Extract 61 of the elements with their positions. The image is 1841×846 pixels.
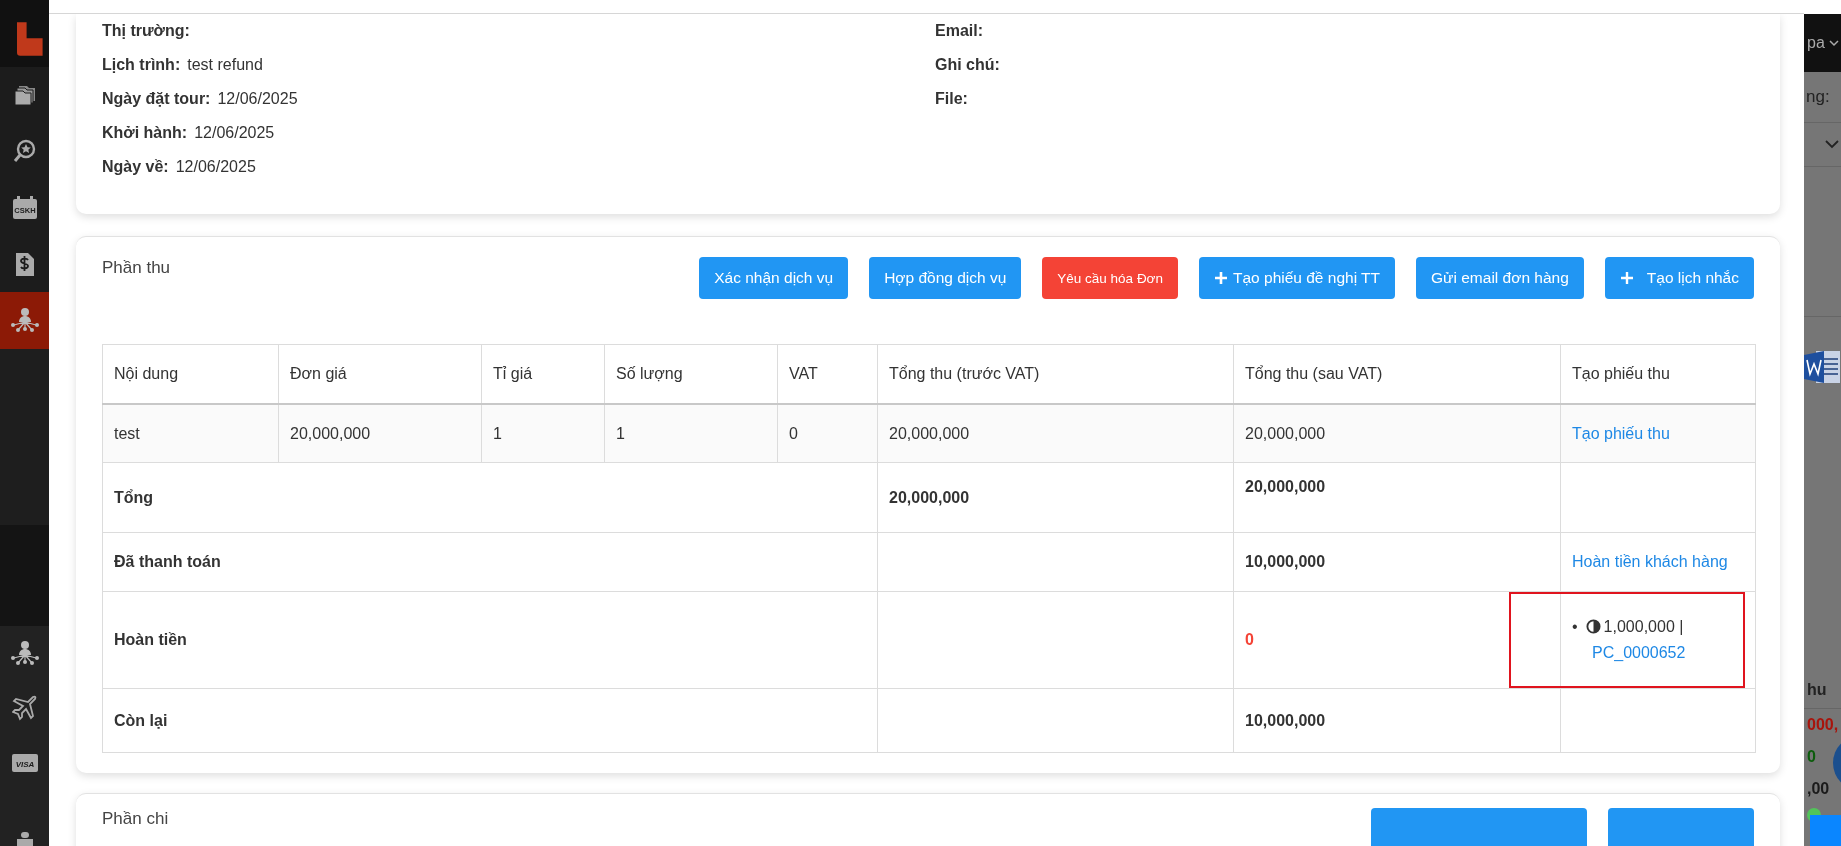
field-label: Email: <box>935 22 983 40</box>
table-cell: 20,000,000 <box>1233 404 1561 463</box>
plane-icon <box>11 695 38 722</box>
section-title: Phần thu <box>102 257 171 279</box>
action-button[interactable]: Tạo phiếu đề nghị TT <box>1199 257 1396 299</box>
visa-card-icon: VISA <box>11 754 38 773</box>
chevron-down-icon <box>1828 39 1839 47</box>
field-label: File: <box>935 90 968 108</box>
table-cell: 20,000,000 <box>877 462 1234 533</box>
field-value: 12/06/2025 <box>175 158 256 176</box>
amount-text: 000, <box>1807 716 1839 734</box>
payment-voucher-link[interactable]: PC_0000652 <box>1592 644 1686 661</box>
field-label: ng: <box>1806 87 1830 107</box>
column-header: hu <box>1807 681 1827 699</box>
table-cell: Đã thanh toán <box>102 532 878 592</box>
create-receipt-link[interactable]: Tạo phiếu thu <box>1572 424 1670 442</box>
sidebar-icon <box>14 831 35 846</box>
amount-text: 0 <box>1807 748 1816 766</box>
table-cell: 10,000,000 <box>1233 532 1561 592</box>
bullet: • <box>1572 618 1578 635</box>
table-cell: Còn lại <box>102 688 878 753</box>
menu-label: pa <box>1807 34 1825 52</box>
plus-icon <box>1214 271 1228 285</box>
action-button[interactable]: Tạo lịch nhắc <box>1604 257 1754 299</box>
network-icon <box>9 307 40 334</box>
folders-icon <box>13 84 36 105</box>
table-cell: 0 <box>777 404 878 463</box>
network-icon <box>9 640 40 667</box>
action-button[interactable]: Xác nhận dịch vụ <box>699 257 849 299</box>
field-label: Khởi hành: <box>102 124 188 142</box>
page-header-strip <box>1804 0 1841 14</box>
table-cell: 20,000,000 <box>278 404 482 463</box>
amount-text: ,00 <box>1807 780 1830 798</box>
chevron-down-icon <box>1825 140 1839 149</box>
field-label: Lịch trình: <box>102 56 181 74</box>
field-label: Ghi chú: <box>935 56 1000 74</box>
refund-amount: 1,000,000 | <box>1603 618 1684 635</box>
table-cell: 1 <box>481 404 605 463</box>
table-cell: 0 <box>1233 591 1561 689</box>
action-button[interactable]: Hợp đồng dịch vụ <box>869 257 1022 299</box>
action-button[interactable]: Yêu cầu hóa Đơn <box>1042 257 1178 299</box>
field-value: 12/06/2025 <box>194 124 275 142</box>
field-value: 12/06/2025 <box>217 90 298 108</box>
table-cell: test <box>102 404 279 463</box>
table-cell: 20,000,000 <box>1233 462 1561 533</box>
field-value: test refund <box>187 56 263 74</box>
table-cell: Tổng <box>102 462 878 533</box>
field-label: Ngày đặt tour: <box>102 90 211 108</box>
table-cell: 10,000,000 <box>1233 688 1561 753</box>
invoice-icon <box>14 251 35 278</box>
table-cell: Hoàn tiền <box>102 591 878 689</box>
sidebar-item[interactable] <box>0 292 49 349</box>
plus-icon <box>1619 271 1634 285</box>
field-label: Ngày về: <box>102 158 169 176</box>
table-cell: 1 <box>604 404 778 463</box>
search-star-icon <box>12 139 37 164</box>
field-label: Thị trường: <box>102 22 190 40</box>
action-button[interactable]: Gửi email đơn hàng <box>1416 257 1584 299</box>
half-circle-icon <box>1585 619 1601 634</box>
table-cell: 20,000,000 <box>877 404 1234 463</box>
section-title: Phần chi <box>102 808 169 830</box>
